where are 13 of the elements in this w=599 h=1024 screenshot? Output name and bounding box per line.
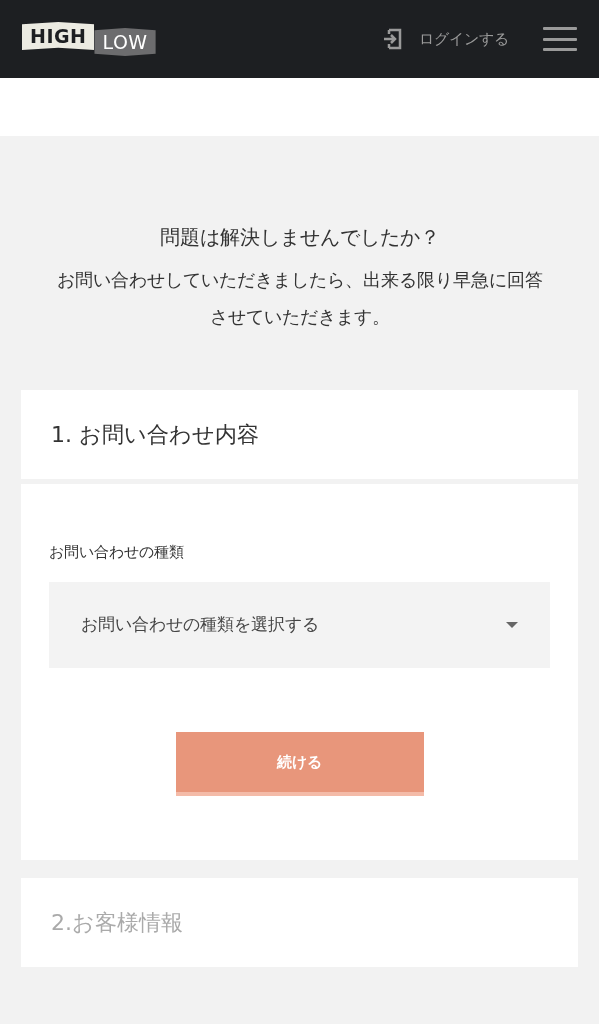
step-title: 2.お客様情報: [21, 877, 578, 967]
login-link[interactable]: ログインする: [383, 27, 509, 51]
intro-text: お問い合わせしていただきましたら、出来る限り早急に回答させていただきます。: [55, 269, 544, 329]
logo-text: HIGH: [22, 22, 95, 50]
intro-title: 問題は解決しませんでしたか？: [158, 224, 441, 251]
caret-icon: [506, 621, 518, 628]
step-title: 1. お問い合わせ内容: [21, 390, 578, 479]
logo[interactable]: HIGH LOW: [22, 22, 156, 56]
select-field[interactable]: お問い合わせの種類を選択する: [49, 581, 550, 668]
menu-button[interactable]: [543, 27, 577, 51]
logo-text: LOW: [94, 28, 156, 56]
field-label: お問い合わせの種類: [49, 543, 185, 562]
login-icon: [383, 28, 403, 50]
